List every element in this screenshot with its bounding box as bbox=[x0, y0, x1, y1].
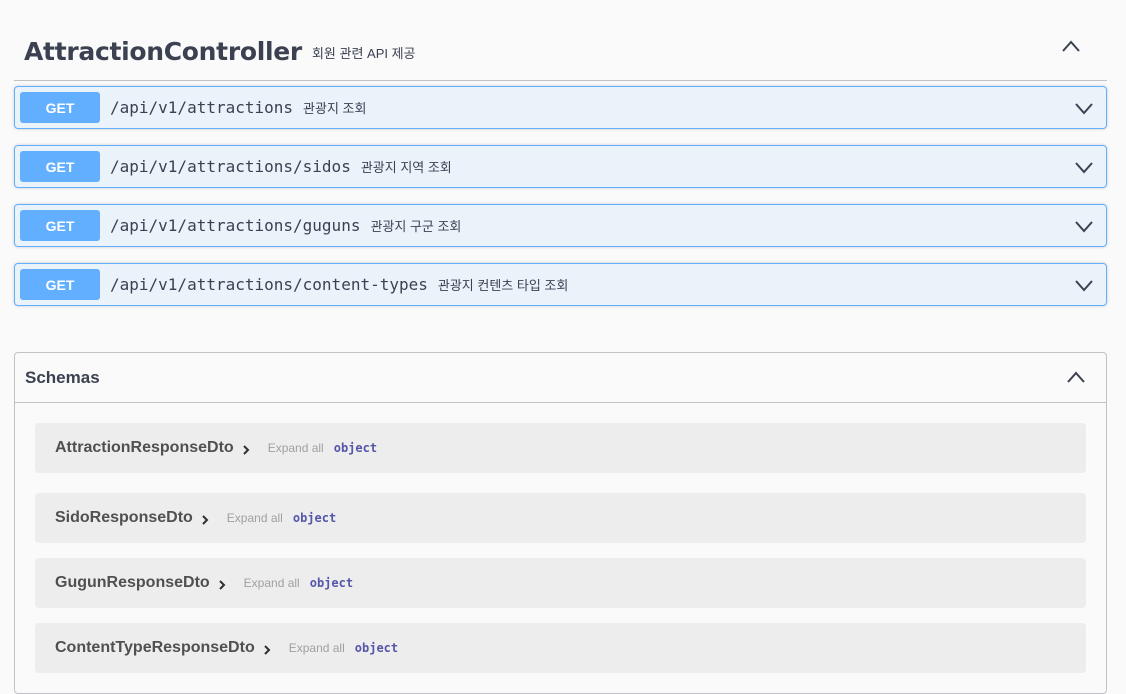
operation-path: /api/v1/attractions/sidos bbox=[110, 157, 351, 176]
schema-item-sido-response-dto[interactable]: SidoResponseDto Expand all object bbox=[35, 493, 1086, 543]
tag-title: AttractionController bbox=[24, 36, 302, 66]
operation-get-sidos[interactable]: GET /api/v1/attractions/sidos 관광지 지역 조회 bbox=[14, 145, 1107, 188]
schema-name[interactable]: AttractionResponseDto bbox=[55, 439, 234, 457]
chevron-down-icon[interactable] bbox=[1074, 219, 1094, 233]
expand-all-button[interactable]: Expand all bbox=[244, 576, 300, 590]
schemas-header[interactable]: Schemas bbox=[15, 353, 1106, 403]
chevron-right-icon[interactable] bbox=[199, 514, 211, 526]
operation-summary: 관광지 구군 조회 bbox=[370, 219, 462, 234]
tag-description: 회원 관련 API 제공 bbox=[311, 45, 416, 61]
schema-name[interactable]: ContentTypeResponseDto bbox=[55, 639, 255, 657]
chevron-right-icon[interactable] bbox=[261, 644, 273, 656]
chevron-up-icon[interactable] bbox=[1066, 370, 1086, 384]
chevron-right-icon[interactable] bbox=[216, 579, 228, 591]
operation-summary: 관광지 지역 조회 bbox=[360, 160, 452, 175]
schema-type: object bbox=[292, 511, 337, 525]
method-badge: GET bbox=[20, 151, 100, 182]
operation-path: /api/v1/attractions/content-types bbox=[110, 275, 428, 294]
schema-name[interactable]: GugunResponseDto bbox=[55, 574, 210, 592]
schemas-title: Schemas bbox=[25, 367, 100, 387]
operation-get-guguns[interactable]: GET /api/v1/attractions/guguns 관광지 구군 조회 bbox=[14, 204, 1107, 247]
schema-name[interactable]: SidoResponseDto bbox=[55, 509, 193, 527]
method-badge: GET bbox=[20, 92, 100, 123]
schema-item-content-type-response-dto[interactable]: ContentTypeResponseDto Expand all object bbox=[35, 623, 1086, 673]
expand-all-button[interactable]: Expand all bbox=[268, 441, 324, 455]
chevron-down-icon[interactable] bbox=[1074, 160, 1094, 174]
expand-all-button[interactable]: Expand all bbox=[227, 511, 283, 525]
operation-summary: 관광지 컨텐츠 타입 조회 bbox=[437, 278, 569, 293]
operation-get-content-types[interactable]: GET /api/v1/attractions/content-types 관광… bbox=[14, 263, 1107, 306]
operation-get-attractions[interactable]: GET /api/v1/attractions 관광지 조회 bbox=[14, 86, 1107, 129]
operation-path: /api/v1/attractions bbox=[110, 98, 294, 117]
chevron-down-icon[interactable] bbox=[1074, 278, 1094, 292]
method-badge: GET bbox=[20, 269, 100, 300]
expand-all-button[interactable]: Expand all bbox=[289, 641, 345, 655]
schema-type: object bbox=[354, 641, 399, 655]
schemas-section: Schemas AttractionResponseDto Expand all… bbox=[14, 352, 1107, 694]
chevron-right-icon[interactable] bbox=[240, 444, 252, 456]
method-badge: GET bbox=[20, 210, 100, 241]
schema-item-attraction-response-dto[interactable]: AttractionResponseDto Expand all object bbox=[35, 423, 1086, 473]
chevron-down-icon[interactable] bbox=[1074, 101, 1094, 115]
operation-path: /api/v1/attractions/guguns bbox=[110, 216, 361, 235]
tag-header[interactable]: AttractionController 회원 관련 API 제공 bbox=[14, 22, 1107, 81]
schema-type: object bbox=[333, 441, 378, 455]
schema-item-gugun-response-dto[interactable]: GugunResponseDto Expand all object bbox=[35, 558, 1086, 608]
chevron-up-icon[interactable] bbox=[1061, 39, 1081, 53]
operation-summary: 관광지 조회 bbox=[303, 101, 367, 116]
schema-type: object bbox=[309, 576, 354, 590]
